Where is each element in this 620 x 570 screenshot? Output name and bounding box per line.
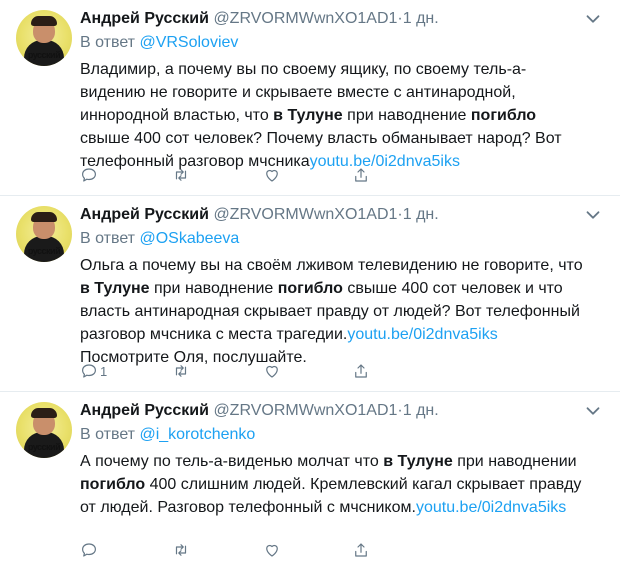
timestamp[interactable]: 1 дн. — [403, 402, 439, 419]
retweet-button[interactable] — [172, 165, 190, 185]
text-bold: погибло — [470, 107, 537, 124]
chevron-down-icon[interactable] — [582, 204, 604, 226]
text-part: при наводнении — [452, 453, 577, 470]
reply-button[interactable]: 1 — [80, 361, 107, 381]
author-handle[interactable]: @ZRVORMWwnXO1AD1 — [213, 206, 397, 223]
reply-icon — [82, 364, 96, 378]
tweet[interactable]: русский Андрей Русский @ZRVORMWwnXO1AD1·… — [0, 0, 620, 196]
tweet-header: Андрей Русский @ZRVORMWwnXO1AD1·1 дн. — [80, 8, 604, 30]
tweet-header: Андрей Русский @ZRVORMWwnXO1AD1·1 дн. — [80, 400, 604, 422]
text-part: А почему по тель-а-виденью молчат что — [80, 453, 384, 470]
reply-icon — [82, 168, 96, 182]
tweet-text: Ольга а почему вы на своём лживом телеви… — [80, 254, 604, 369]
avatar[interactable]: русский — [16, 206, 72, 262]
author-name[interactable]: Андрей Русский — [80, 402, 209, 419]
avatar-hair — [31, 16, 57, 26]
reply-prefix: В ответ — [80, 426, 140, 443]
tweet-actions: 1 — [80, 361, 500, 381]
reply-mention[interactable]: @i_korotchenko — [139, 426, 255, 443]
tweet-actions — [80, 165, 500, 185]
author-handle[interactable]: @ZRVORMWwnXO1AD1 — [213, 10, 397, 27]
text-part: при наводнение — [149, 280, 278, 297]
retweet-icon — [175, 169, 187, 181]
reply-context: В ответ @OSkabeeva — [80, 228, 604, 250]
text-bold: в Тулуне — [383, 453, 453, 470]
text-part: Ольга а почему вы на своём лживом телеви… — [80, 257, 583, 274]
tweet-text: А почему по тель-а-виденью молчат что в … — [80, 450, 604, 519]
reply-prefix: В ответ — [80, 230, 140, 247]
author-name[interactable]: Андрей Русский — [80, 206, 209, 223]
text-bold: погибло — [277, 280, 343, 297]
like-button[interactable] — [263, 165, 281, 185]
tweet-text: Владимир, а почему вы по своему ящику, п… — [80, 58, 604, 173]
retweet-icon — [175, 544, 187, 556]
text-bold: погибло — [80, 476, 146, 493]
avatar-caption: русский — [27, 50, 61, 60]
reply-button[interactable] — [80, 165, 100, 185]
reply-mention[interactable]: @OSkabeeva — [139, 230, 239, 247]
reply-count: 1 — [100, 363, 108, 379]
avatar[interactable]: русский — [16, 402, 72, 458]
avatar[interactable]: русский — [16, 10, 72, 66]
reply-button[interactable] — [80, 540, 100, 560]
retweet-button[interactable] — [172, 540, 190, 560]
author-handle[interactable]: @ZRVORMWwnXO1AD1 — [213, 402, 397, 419]
reply-prefix: В ответ — [80, 34, 140, 51]
avatar-hair — [31, 212, 57, 222]
chevron-down-icon[interactable] — [582, 8, 604, 30]
tweet-header: Андрей Русский @ZRVORMWwnXO1AD1·1 дн. — [80, 204, 604, 226]
tweet[interactable]: русский Андрей Русский @ZRVORMWwnXO1AD1·… — [0, 392, 620, 570]
retweet-icon — [175, 365, 187, 377]
retweet-button[interactable] — [172, 361, 190, 381]
like-icon — [266, 365, 278, 378]
share-icon — [355, 364, 367, 378]
reply-context: В ответ @i_korotchenko — [80, 424, 604, 446]
timestamp[interactable]: 1 дн. — [403, 206, 439, 223]
share-button[interactable] — [352, 165, 370, 185]
author-name[interactable]: Андрей Русский — [80, 10, 209, 27]
timestamp[interactable]: 1 дн. — [403, 10, 439, 27]
reply-mention[interactable]: @VRSoloviev — [139, 34, 238, 51]
share-icon — [355, 543, 367, 557]
chevron-down-icon[interactable] — [582, 400, 604, 422]
share-button[interactable] — [352, 361, 370, 381]
reply-context: В ответ @VRSoloviev — [80, 32, 604, 54]
tweet-link[interactable]: youtu.be/0i2dnva5iks — [347, 326, 497, 343]
like-button[interactable] — [263, 540, 281, 560]
reply-icon — [82, 543, 96, 557]
tweet-link[interactable]: youtu.be/0i2dnva5iks — [416, 499, 566, 516]
avatar-hair — [31, 408, 57, 418]
like-icon — [266, 544, 278, 557]
avatar-caption: русский — [27, 442, 61, 452]
share-icon — [355, 168, 367, 182]
like-button[interactable] — [263, 361, 281, 381]
share-button[interactable] — [352, 540, 370, 560]
avatar-caption: русский — [27, 246, 61, 256]
like-icon — [266, 169, 278, 182]
text-bold: в Тулуне — [80, 280, 150, 297]
tweet[interactable]: русский Андрей Русский @ZRVORMWwnXO1AD1·… — [0, 196, 620, 392]
text-bold: в Тулуне — [273, 107, 343, 124]
text-part: при наводнение — [342, 107, 471, 124]
tweet-actions — [80, 540, 500, 560]
